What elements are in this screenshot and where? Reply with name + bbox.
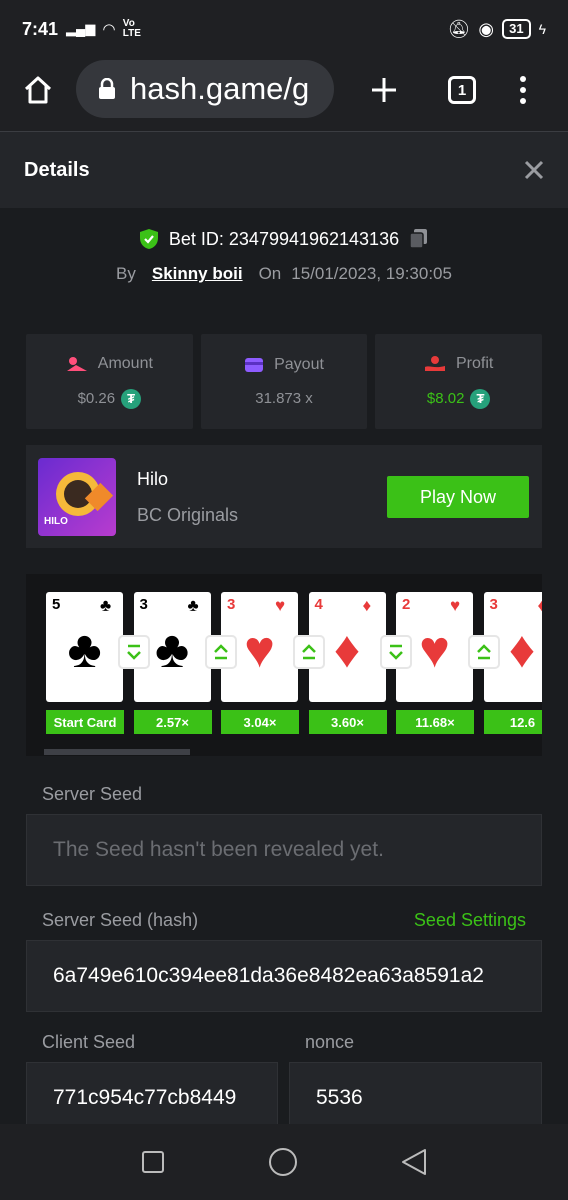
amount-stat: Amount $0.26 ₮: [26, 334, 193, 429]
cards-history[interactable]: 5 ♣ ♣ Start Card 3 ♣ ♣ 2.57× 3 ♥ ♥ 3.04× 4 ♦ ♦ 3.60× 2 ♥ ♥…: [26, 574, 542, 756]
mute-icon: 🔕︎: [447, 18, 471, 39]
card-suit-icon: ♦: [362, 596, 372, 615]
lock-icon: [99, 78, 115, 99]
card-suit-icon: ♥: [450, 596, 461, 615]
dialog-title: Details: [24, 158, 90, 181]
payout-stat: Payout 31.873 x: [200, 334, 368, 429]
seed-settings-link[interactable]: Seed Settings: [414, 910, 526, 931]
profit-value: $8.02: [426, 390, 465, 407]
lower-arrow-icon: [382, 637, 410, 667]
playing-card: 5 ♣ ♣: [46, 592, 123, 702]
nonce-value: 5536: [316, 1086, 363, 1109]
amount-icon: [66, 356, 87, 371]
card-rank: 5: [52, 596, 61, 613]
higher-arrow-icon: [207, 637, 235, 667]
server-hash-label: Server Seed (hash): [42, 910, 199, 930]
card-multiplier-label: 11.68×: [396, 710, 474, 734]
back-icon[interactable]: [401, 1148, 427, 1176]
status-bar: 7:41 ▂▄▆ ◠ Vo LTE 🔕︎ ◉ 31 ϟ: [0, 0, 568, 58]
card-rank: 3: [489, 596, 498, 613]
profit-stat: Profit $8.02 ₮: [375, 334, 543, 429]
new-tab-icon[interactable]: [366, 72, 402, 108]
on-label: On: [258, 264, 282, 283]
card-multiplier-label: Start Card: [46, 710, 124, 734]
url-text: hash.game/g: [130, 71, 310, 106]
vpn-icon: ◉: [478, 18, 495, 39]
network-type: Vo LTE: [122, 18, 141, 39]
system-nav-bar: [0, 1124, 568, 1200]
user-link[interactable]: Skinny boii: [152, 264, 243, 284]
higher-arrow-icon: [294, 637, 323, 667]
server-hash-field[interactable]: 6a749e610c394ee81da36e8482ea63a8591a2: [26, 940, 542, 1012]
game-provider: BC Originals: [137, 505, 239, 525]
server-hash-value: 6a749e610c394ee81da36e8482ea63a8591a2: [53, 964, 484, 987]
card-suit-icon: ♦: [537, 596, 543, 615]
home-icon[interactable]: [20, 72, 56, 108]
recents-icon[interactable]: [141, 1150, 165, 1174]
card-suit-icon: ♣: [100, 596, 112, 615]
server-seed-value: The Seed hasn't been revealed yet.: [53, 838, 384, 861]
game-name: Hilo: [137, 469, 169, 489]
home-nav-icon[interactable]: [268, 1147, 298, 1177]
charging-icon: ϟ: [538, 21, 546, 37]
copy-icon[interactable]: [409, 228, 429, 250]
server-seed-label: Server Seed: [42, 784, 143, 804]
details-content: Bet ID: 23479941962143136 By Skinny boii…: [0, 208, 568, 1124]
card-rank: 3: [227, 596, 236, 613]
card-multiplier-label: 2.57×: [133, 710, 212, 734]
bet-datetime: 15/01/2023, 19:30:05: [291, 264, 452, 283]
tether-icon: ₮: [470, 388, 491, 409]
lower-arrow-icon: [119, 637, 148, 667]
clock: 7:41: [22, 18, 59, 39]
nonce-label: nonce: [305, 1032, 355, 1052]
play-now-button[interactable]: Play Now: [387, 476, 529, 518]
bet-id-row: Bet ID: 23479941962143136: [0, 228, 568, 250]
address-bar[interactable]: hash.game/g: [76, 60, 334, 118]
game-thumb-text: HILO: [44, 516, 68, 527]
payout-label: Payout: [274, 356, 324, 373]
game-thumbnail[interactable]: HILO: [38, 458, 116, 536]
client-seed-value: 771c954c77cb8449: [53, 1086, 237, 1109]
profit-icon: [425, 355, 445, 371]
verified-shield-icon: [139, 229, 158, 249]
browser-toolbar: hash.game/g 1: [0, 58, 568, 132]
card-multiplier-label: 3.60×: [308, 710, 387, 734]
card-rank: 4: [314, 596, 323, 613]
close-icon[interactable]: [524, 160, 544, 180]
tab-switcher-button[interactable]: 1: [444, 72, 480, 108]
by-label: By: [116, 264, 136, 283]
payout-value: 31.873 x: [255, 390, 313, 407]
game-card: HILO Hilo BC Originals Play Now: [26, 445, 542, 548]
tether-icon: ₮: [121, 388, 142, 409]
client-seed-label: Client Seed: [42, 1032, 136, 1052]
signal-icon: ▂▄▆: [66, 21, 96, 36]
card-multiplier-label: 3.04×: [221, 710, 299, 734]
amount-value: $0.26: [77, 390, 116, 407]
card-rank: 2: [402, 596, 411, 613]
bet-stats: Amount $0.26 ₮ Payout 31.873 x Profit $8…: [26, 334, 543, 429]
battery-indicator: 31: [502, 19, 531, 39]
client-seed-field[interactable]: 771c954c77cb8449: [26, 1062, 278, 1124]
more-menu-icon[interactable]: [508, 72, 538, 108]
horizontal-scrollbar[interactable]: [44, 749, 190, 755]
amount-label: Amount: [97, 354, 153, 372]
wifi-icon: ◠: [103, 21, 115, 38]
card-suit-icon: ♣: [187, 596, 199, 615]
profit-label: Profit: [456, 354, 494, 372]
card-rank: 3: [139, 596, 148, 613]
higher-arrow-icon: [469, 637, 498, 667]
server-seed-field[interactable]: The Seed hasn't been revealed yet.: [26, 814, 542, 886]
details-header: Details: [0, 132, 568, 208]
card-multiplier-label: 12.6: [483, 710, 542, 734]
card-suit-large-icon: ♣: [67, 621, 102, 679]
bet-id: Bet ID: 23479941962143136: [168, 228, 400, 249]
payout-icon: [245, 358, 264, 372]
nonce-field[interactable]: 5536: [289, 1062, 542, 1124]
bet-meta-row: By Skinny boii On 15/01/2023, 19:30:05: [0, 264, 568, 284]
card-suit-icon: ♥: [275, 596, 286, 615]
tab-count: 1: [448, 76, 476, 104]
